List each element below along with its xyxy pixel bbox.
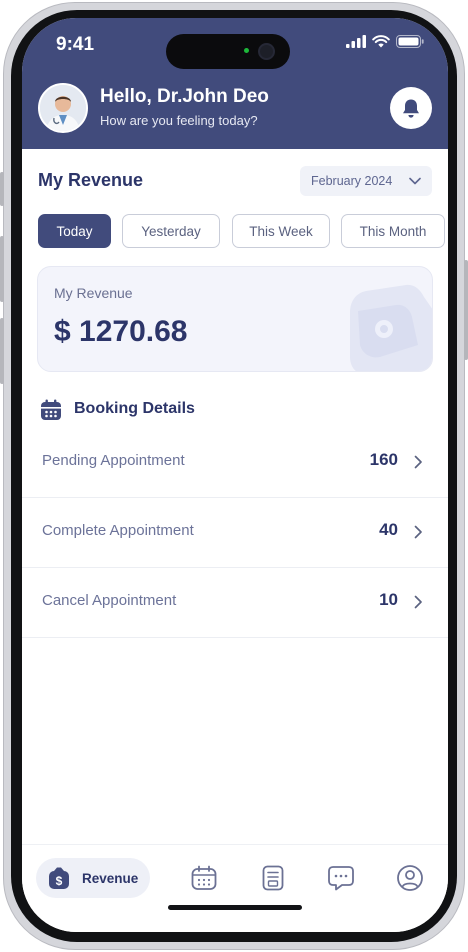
home-indicator[interactable] [168,905,302,910]
chevron-down-icon [409,177,421,185]
nav-revenue-label: Revenue [82,870,139,886]
chevron-right-icon [414,595,422,609]
booking-row-count: 10 [379,590,398,609]
month-dropdown-value: February 2024 [311,174,393,188]
tab-this-month[interactable]: This Month [341,214,445,248]
notification-button[interactable] [390,87,432,129]
booking-row-pending[interactable]: Pending Appointment 160 [22,428,448,498]
volume-down-button [0,318,4,384]
tab-today[interactable]: Today [38,214,111,248]
tab-yesterday-label: Yesterday [141,223,201,239]
nav-item-profile[interactable] [396,864,424,897]
wifi-icon [372,35,390,48]
profile-icon [397,865,423,891]
booking-row-label: Complete Appointment [42,522,194,539]
calendar-icon [41,399,61,420]
booking-row-complete[interactable]: Complete Appointment 40 [22,498,448,568]
tab-yesterday[interactable]: Yesterday [122,214,220,248]
volume-up-button [0,236,4,302]
dynamic-island [166,34,290,69]
power-button [464,260,468,360]
avatar-image [40,85,86,131]
tab-this-week[interactable]: This Week [232,214,330,248]
nav-item-calendar[interactable] [190,864,218,897]
signal-icon [346,35,366,48]
bottom-navigation: $ Revenue [22,844,448,932]
nav-item-revenue[interactable]: $ Revenue [36,858,150,898]
revenue-icon: $ [49,867,69,889]
chevron-right-icon [414,525,422,539]
revenue-card: My Revenue $ 1270.68 [37,266,433,372]
chevron-right-icon [414,455,422,469]
booking-row-cancel[interactable]: Cancel Appointment 10 [22,568,448,638]
svg-text:$: $ [56,874,63,888]
status-time: 9:41 [56,34,95,55]
booking-row-count: 160 [369,450,398,469]
tab-this-month-label: This Month [359,223,427,239]
revenue-amount: $ 1270.68 [54,315,188,348]
silent-switch [0,172,4,206]
greeting-subtitle: How are you feeling today? [100,113,258,128]
nav-item-documents[interactable] [259,864,287,897]
revenue-card-label: My Revenue [54,285,133,301]
calendar-icon [191,865,217,890]
wallet-decoration-icon [350,284,432,371]
document-icon [262,865,284,891]
chat-icon [328,866,354,891]
month-dropdown[interactable]: February 2024 [300,166,432,196]
tab-this-week-label: This Week [249,223,313,239]
doctor-avatar[interactable] [38,83,88,133]
booking-details-title: Booking Details [74,400,195,417]
battery-icon [396,35,424,48]
front-camera [258,43,275,60]
camera-indicator-dot [244,48,249,53]
booking-row-label: Cancel Appointment [42,592,177,609]
bell-icon [403,99,419,118]
booking-row-count: 40 [379,520,398,539]
booking-row-label: Pending Appointment [42,452,185,469]
tab-today-label: Today [56,223,93,239]
app-header: 9:41 Hello, Dr.John Deo How are you feel… [22,18,448,149]
nav-item-messages[interactable] [327,864,355,897]
section-title-revenue: My Revenue [38,170,144,190]
status-icons [346,35,424,48]
greeting-title: Hello, Dr.John Deo [100,86,269,107]
app-screen: 9:41 Hello, Dr.John Deo How are you feel… [22,18,448,932]
